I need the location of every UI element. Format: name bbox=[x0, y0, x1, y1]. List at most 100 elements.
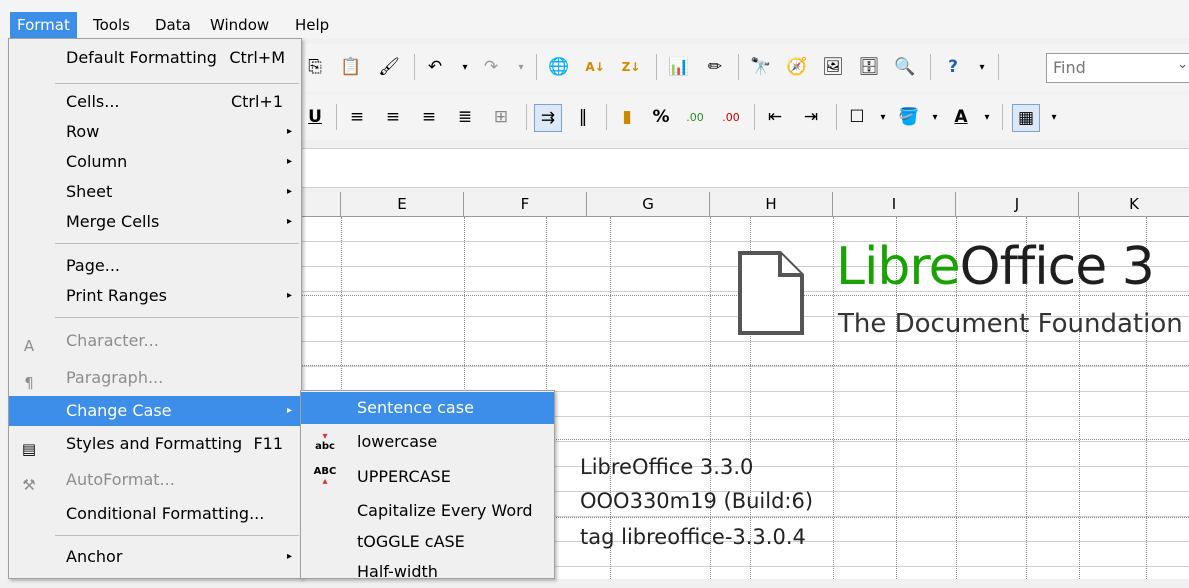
menu-item-styles-formatting[interactable]: ▤ Styles and Formatting F11 bbox=[9, 429, 301, 459]
decrease-indent-icon[interactable]: ⇤ bbox=[762, 104, 788, 130]
help-icon[interactable]: ? bbox=[940, 54, 966, 80]
menu-separator bbox=[55, 243, 299, 244]
menu-format[interactable]: Format bbox=[10, 12, 77, 38]
menu-item-default-formatting[interactable]: Default Formatting Ctrl+M bbox=[9, 43, 301, 73]
cell-tag[interactable]: tag libreoffice-3.3.0.4 bbox=[580, 525, 806, 549]
menu-window[interactable]: Window bbox=[203, 12, 276, 38]
undo-icon[interactable]: ↶ bbox=[422, 54, 448, 80]
menu-separator bbox=[55, 83, 299, 84]
delete-decimal-icon[interactable]: .00 bbox=[718, 104, 744, 130]
separator bbox=[656, 54, 657, 80]
separator bbox=[836, 104, 837, 130]
cell-build[interactable]: OOO330m19 (Build:6) bbox=[580, 489, 813, 513]
borders-dropdown-icon[interactable]: ▾ bbox=[870, 104, 896, 130]
column-header-i[interactable]: I bbox=[833, 192, 956, 216]
sort-ascending-icon[interactable]: A↓ bbox=[582, 54, 608, 80]
align-left-icon[interactable]: ≡ bbox=[344, 104, 370, 130]
font-color-icon[interactable]: A bbox=[948, 104, 974, 130]
separator bbox=[336, 104, 337, 130]
vertical-text-icon[interactable]: ‖ bbox=[570, 104, 596, 130]
clone-formatting-icon[interactable]: 🖌 bbox=[376, 54, 402, 80]
menu-item-conditional-formatting[interactable]: Conditional Formatting... bbox=[9, 499, 301, 529]
increase-indent-icon[interactable]: ⇥ bbox=[798, 104, 824, 130]
menu-item-sheet[interactable]: Sheet ▸ bbox=[9, 177, 301, 207]
find-input[interactable]: Find ⌄ bbox=[1046, 53, 1189, 83]
draw-functions-icon[interactable]: ✏ bbox=[702, 54, 728, 80]
lowercase-icon: ▾ abc bbox=[315, 431, 335, 452]
menu-item-lowercase[interactable]: ▾ abc lowercase bbox=[301, 426, 554, 458]
percent-icon[interactable]: % bbox=[648, 104, 674, 130]
font-color-dropdown-icon[interactable]: ▾ bbox=[974, 104, 1000, 130]
paste-icon[interactable]: 📋 bbox=[338, 54, 364, 80]
separator bbox=[998, 54, 999, 80]
undo-dropdown-icon[interactable]: ▾ bbox=[452, 54, 478, 80]
redo-dropdown-icon[interactable]: ▾ bbox=[508, 54, 534, 80]
column-header-d[interactable] bbox=[298, 192, 341, 216]
menu-data[interactable]: Data bbox=[148, 12, 198, 38]
menu-bar: Format Tools Data Window Help bbox=[0, 0, 1189, 38]
wrap-text-icon[interactable]: ⇉ bbox=[534, 104, 562, 132]
background-dropdown-icon[interactable]: ▾ bbox=[922, 104, 948, 130]
separator bbox=[606, 104, 607, 130]
menu-item-sentence-case[interactable]: Sentence case bbox=[301, 392, 554, 424]
menu-item-half-width[interactable]: Half-width bbox=[301, 556, 554, 588]
cell-version[interactable]: LibreOffice 3.3.0 bbox=[580, 455, 753, 479]
separator bbox=[526, 104, 527, 130]
separator bbox=[414, 54, 415, 80]
submenu-arrow-icon: ▸ bbox=[286, 290, 292, 301]
add-decimal-icon[interactable]: .00 bbox=[682, 104, 708, 130]
spellcheck-icon[interactable]: 🌐 bbox=[546, 54, 572, 80]
justify-icon[interactable]: ≣ bbox=[452, 104, 478, 130]
sort-descending-icon[interactable]: Z↓ bbox=[618, 54, 644, 80]
gallery-icon[interactable]: 🖼 bbox=[820, 54, 846, 80]
find-replace-icon[interactable]: 🔭 bbox=[748, 54, 774, 80]
column-header-j[interactable]: J bbox=[956, 192, 1079, 216]
menu-item-autoformat[interactable]: ⚒ AutoFormat... bbox=[9, 465, 301, 495]
formatting-toolbar: U ≡ ≡ ≡ ≣ ⊞ ⇉ ‖ ▮ % .00 .00 ⇤ ⇥ ☐ ▾ 🪣 ▾ … bbox=[298, 94, 1189, 140]
redo-icon[interactable]: ↷ bbox=[478, 54, 504, 80]
menu-item-merge-cells[interactable]: Merge Cells ▸ bbox=[9, 207, 301, 237]
menu-item-column[interactable]: Column ▸ bbox=[9, 147, 301, 177]
menu-item-character[interactable]: A Character... bbox=[9, 326, 301, 356]
menu-item-uppercase[interactable]: ABC ▴ UPPERCASE bbox=[301, 461, 554, 493]
submenu-arrow-icon: ▸ bbox=[286, 551, 292, 562]
menu-item-capitalize-every-word[interactable]: Capitalize Every Word bbox=[301, 495, 554, 527]
underline-icon[interactable]: U bbox=[302, 104, 328, 130]
styles-icon: ▤ bbox=[21, 440, 37, 458]
column-header-g[interactable]: G bbox=[587, 192, 710, 216]
column-header-h[interactable]: H bbox=[710, 192, 833, 216]
zoom-icon[interactable]: 🔍 bbox=[892, 54, 918, 80]
chart-icon[interactable]: 📊 bbox=[666, 54, 692, 80]
align-right-icon[interactable]: ≡ bbox=[416, 104, 442, 130]
chevron-down-icon[interactable]: ⌄ bbox=[1177, 57, 1188, 72]
separator bbox=[738, 54, 739, 80]
grid-lines-icon[interactable]: ▦ bbox=[1012, 104, 1040, 132]
toolbar-options-icon[interactable]: ▾ bbox=[974, 54, 990, 80]
grid-line bbox=[833, 217, 834, 579]
merge-cells-icon[interactable]: ⊞ bbox=[488, 104, 514, 130]
menu-item-toggle-case[interactable]: tOGGLE cASE bbox=[301, 526, 554, 558]
align-center-icon[interactable]: ≡ bbox=[380, 104, 406, 130]
currency-icon[interactable]: ▮ bbox=[614, 104, 640, 130]
column-header-row: E F G H I J K bbox=[298, 192, 1189, 217]
menu-help[interactable]: Help bbox=[288, 12, 336, 38]
menu-item-print-ranges[interactable]: Print Ranges ▸ bbox=[9, 281, 301, 311]
menu-tools[interactable]: Tools bbox=[86, 12, 137, 38]
menu-item-page[interactable]: Page... bbox=[9, 251, 301, 281]
menu-item-row[interactable]: Row ▸ bbox=[9, 117, 301, 147]
borders-icon[interactable]: ☐ bbox=[844, 104, 870, 130]
menu-item-cells[interactable]: Cells... Ctrl+1 bbox=[9, 87, 301, 117]
character-icon: A bbox=[23, 337, 35, 355]
column-header-k[interactable]: K bbox=[1079, 192, 1189, 216]
background-color-icon[interactable]: 🪣 bbox=[896, 104, 922, 130]
menu-item-paragraph[interactable]: ¶ Paragraph... bbox=[9, 363, 301, 393]
menu-item-change-case[interactable]: Change Case ▸ bbox=[9, 396, 301, 426]
copy-icon[interactable]: ⎘ bbox=[302, 54, 328, 80]
column-header-e[interactable]: E bbox=[341, 192, 464, 216]
menu-item-anchor[interactable]: Anchor ▸ bbox=[9, 542, 301, 572]
column-header-f[interactable]: F bbox=[464, 192, 587, 216]
data-sources-icon[interactable]: 🗄 bbox=[856, 54, 882, 80]
navigator-icon[interactable]: 🧭 bbox=[784, 54, 810, 80]
toolbar-options-icon[interactable]: ▾ bbox=[1046, 104, 1062, 130]
document-foundation-text: The Document Foundation bbox=[838, 309, 1183, 339]
